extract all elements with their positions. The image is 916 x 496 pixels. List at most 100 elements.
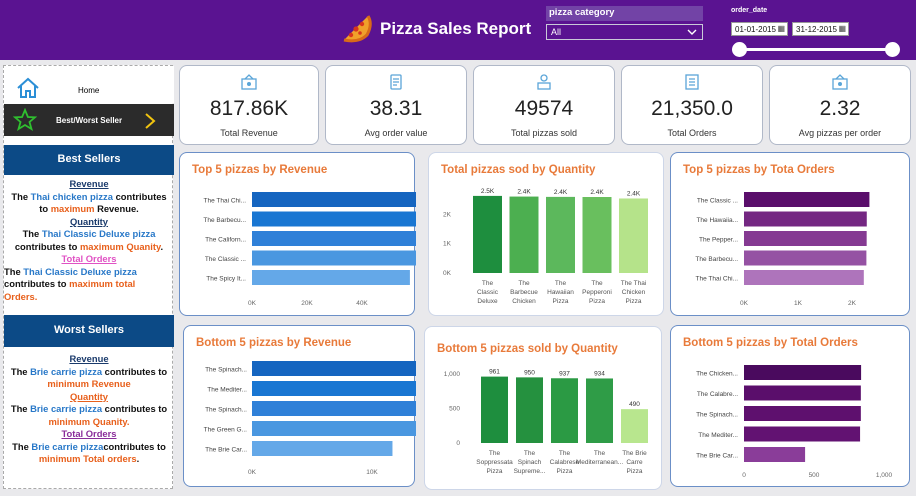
bar bbox=[744, 211, 867, 227]
home-icon bbox=[17, 77, 39, 98]
y-tick-label: 0 bbox=[456, 440, 460, 447]
date-slider-end-handle[interactable] bbox=[885, 42, 900, 57]
home-label: Home bbox=[78, 86, 100, 95]
kpi-card: 817.86K Total Revenue bbox=[179, 65, 319, 145]
category-label: The Classic ... bbox=[697, 198, 738, 205]
category-label: The bbox=[594, 450, 606, 457]
worst-revenue-line2: minimum Revenue bbox=[47, 378, 131, 389]
chart-title: Top 5 pizzas by Tota Orders bbox=[683, 164, 835, 176]
worst-quantity-line2: minimum Quanity. bbox=[48, 415, 130, 427]
receipt-icon bbox=[390, 74, 402, 90]
data-label: 490 bbox=[629, 401, 640, 408]
best-orders-line2: contributes to maximum total bbox=[4, 278, 136, 289]
category-label: The bbox=[555, 280, 567, 287]
kpi-label: Total Revenue bbox=[220, 128, 278, 138]
category-label: The Spinach... bbox=[205, 367, 247, 374]
best-revenue-heading: Revenue bbox=[69, 178, 109, 189]
chevron-down-icon bbox=[687, 29, 697, 35]
bar bbox=[252, 270, 410, 285]
category-dropdown-value: All bbox=[551, 27, 562, 37]
best-worst-nav-button[interactable]: Best/Worst Seller bbox=[4, 104, 174, 136]
worst-sellers-text: Revenue The Brie carrie pizza contribute… bbox=[4, 353, 174, 466]
bottom5-revenue-card: Bottom 5 pizzas by Revenue The Spinach..… bbox=[183, 325, 442, 487]
kpi-label: Total Orders bbox=[667, 128, 717, 138]
x-tick-label: 500 bbox=[809, 472, 820, 479]
x-tick-label: 2K bbox=[848, 300, 857, 307]
category-label: The Brie Car... bbox=[205, 447, 247, 454]
category-label: Classic bbox=[477, 289, 499, 296]
calendar-icon[interactable]: ▦ bbox=[838, 24, 846, 33]
category-label: The bbox=[524, 450, 536, 457]
best-sellers-header: Best Sellers bbox=[4, 145, 174, 175]
category-label: Chicken bbox=[622, 289, 646, 296]
category-label: The Mediter... bbox=[207, 387, 247, 394]
bar bbox=[619, 198, 648, 273]
worst-revenue-heading: Revenue bbox=[69, 353, 109, 364]
y-tick-label: 1,000 bbox=[444, 371, 461, 378]
start-date-input[interactable]: 01-01-2015 ▦ bbox=[731, 22, 788, 36]
calendar-icon[interactable]: ▦ bbox=[777, 24, 785, 33]
end-date-input[interactable]: 31-12-2015 ▦ bbox=[792, 22, 849, 36]
kpi-card: 21,350.0 Total Orders bbox=[621, 65, 763, 145]
bar bbox=[744, 426, 861, 442]
top5-quantity-chart: 0K 1K 2K 2.5K The Classic Deluxe 2.4K The Barbecu… bbox=[443, 188, 648, 305]
category-dropdown[interactable]: All bbox=[546, 24, 703, 40]
category-label: Barbecue bbox=[510, 289, 538, 296]
x-tick-label: 1K bbox=[794, 300, 803, 307]
bottom5-orders-card: Bottom 5 pizzas by Total Orders The Chic… bbox=[670, 325, 910, 487]
date-range-slider[interactable] bbox=[737, 48, 894, 51]
data-label: 2.4K bbox=[517, 189, 531, 196]
data-label: 937 bbox=[559, 370, 570, 377]
x-tick-label: 0K bbox=[248, 300, 257, 307]
data-label: 2.4K bbox=[590, 189, 604, 196]
category-label: Pizza bbox=[626, 298, 642, 305]
bar bbox=[252, 250, 426, 266]
best-revenue-line1: The Thai chicken pizza contributes bbox=[11, 190, 167, 202]
home-nav-button[interactable]: Home bbox=[4, 66, 174, 103]
y-tick-label: 0K bbox=[443, 270, 452, 277]
data-label: 2.4K bbox=[627, 190, 641, 197]
y-tick-label: 500 bbox=[449, 406, 460, 413]
category-label: The Barbecu... bbox=[203, 217, 246, 224]
chart-title: Top 5 pizzas by Revenue bbox=[192, 164, 328, 176]
chart-title: Bottom 5 pizzas sold by Quantity bbox=[437, 343, 618, 355]
bar bbox=[252, 361, 438, 376]
worst-orders-heading: Total Orders bbox=[61, 428, 117, 439]
y-tick-label: 2K bbox=[443, 211, 452, 218]
bar bbox=[509, 196, 539, 273]
kpi-card: 2.32 Avg pizzas per order bbox=[769, 65, 911, 145]
category-label: The Green G... bbox=[204, 427, 248, 434]
chart-title: Bottom 5 pizzas by Revenue bbox=[196, 337, 352, 349]
category-label: The Thai Chi... bbox=[695, 276, 738, 283]
y-tick-label: 1K bbox=[443, 241, 452, 248]
bar bbox=[744, 447, 806, 462]
best-orders-heading: Total Orders bbox=[61, 253, 117, 264]
category-label: Pizza bbox=[487, 468, 503, 475]
bar bbox=[621, 409, 648, 443]
bar bbox=[481, 376, 508, 443]
x-tick-label: 10K bbox=[366, 469, 378, 476]
kpi-card: 49574 Total pizzas sold bbox=[473, 65, 615, 145]
date-filter-label: order_date bbox=[731, 7, 768, 14]
category-label: Pizza bbox=[557, 468, 573, 475]
kpi-value: 2.32 bbox=[819, 97, 861, 120]
bar bbox=[252, 401, 442, 416]
bar bbox=[252, 192, 449, 207]
delivery-icon bbox=[537, 74, 551, 90]
best-worst-label: Best/Worst Seller bbox=[56, 116, 123, 125]
data-label: 961 bbox=[489, 369, 500, 376]
x-tick-label: 1,000 bbox=[876, 472, 893, 479]
date-slider-start-handle[interactable] bbox=[732, 42, 747, 57]
pizza-box-icon bbox=[832, 74, 848, 90]
category-label: Pizza bbox=[553, 298, 569, 305]
category-label: The bbox=[591, 280, 603, 287]
category-label: The bbox=[559, 450, 571, 457]
category-label: The Californ... bbox=[205, 237, 246, 244]
category-label: Deluxe bbox=[477, 298, 498, 305]
x-tick-label: 0K bbox=[740, 300, 749, 307]
order-list-icon bbox=[685, 74, 699, 90]
category-label: The Thai Chi... bbox=[203, 198, 246, 205]
top5-orders-card: Top 5 pizzas by Tota Orders The Classic … bbox=[670, 152, 910, 316]
top5-revenue-chart: The Thai Chi... The Barbecu... The Califor… bbox=[203, 192, 449, 307]
kpi-label: Avg order value bbox=[364, 128, 428, 138]
